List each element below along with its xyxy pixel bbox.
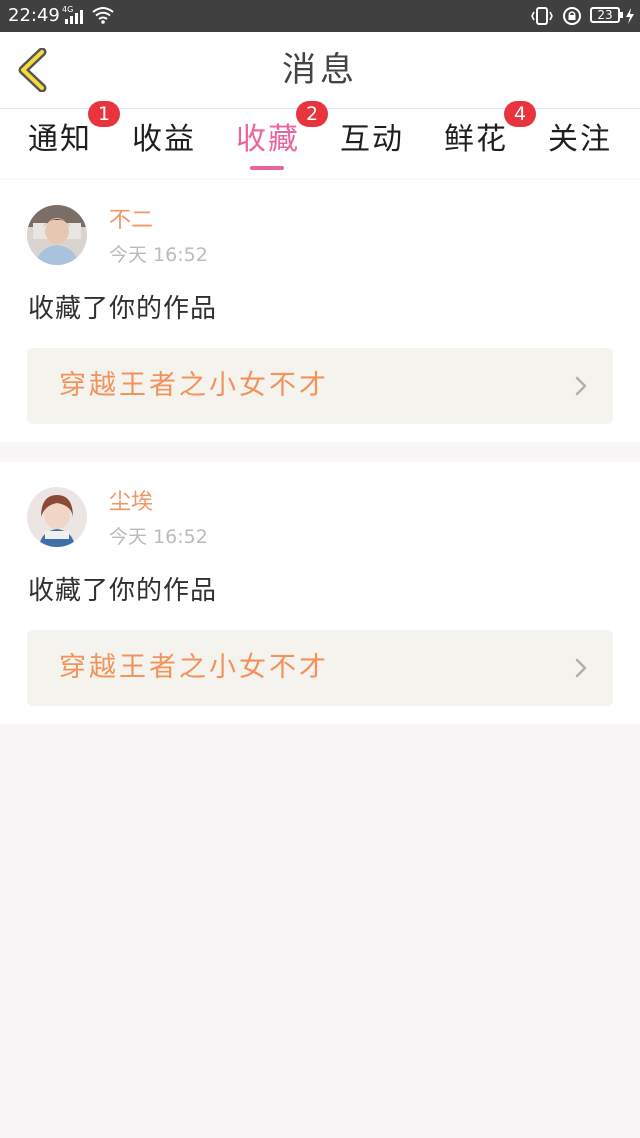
tab-notifications[interactable]: 通知 1 — [8, 101, 120, 179]
avatar[interactable] — [27, 205, 87, 265]
avatar[interactable] — [27, 487, 87, 547]
signal-icon — [65, 10, 87, 24]
status-bar: 22:49 4G 23 — [0, 0, 640, 32]
back-button[interactable] — [14, 47, 54, 93]
battery-level: 23 — [597, 8, 613, 22]
username[interactable]: 尘埃 — [109, 490, 153, 516]
status-time: 22:49 — [8, 5, 60, 26]
work-link[interactable]: 穿越王者之小女不才 — [27, 630, 613, 706]
back-arrow-icon — [18, 47, 47, 93]
tab-earnings[interactable]: 收益 — [112, 109, 216, 179]
username[interactable]: 不二 — [109, 208, 153, 234]
work-title: 穿越王者之小女不才 — [59, 370, 329, 401]
vibrate-icon — [531, 7, 553, 25]
battery-icon: 23 — [590, 7, 620, 23]
page-title: 消息 — [282, 50, 358, 90]
tab-following[interactable]: 关注 — [528, 109, 632, 179]
tab-favorites[interactable]: 收藏 2 — [216, 101, 328, 179]
tab-label: 关注 — [548, 122, 612, 157]
message-text: 收藏了你的作品 — [28, 294, 218, 324]
message-text: 收藏了你的作品 — [28, 576, 218, 606]
chevron-right-icon — [575, 376, 587, 396]
tab-interactions[interactable]: 互动 — [320, 109, 424, 179]
category-tabs: 通知 1 收益 收藏 2 互动 鲜花 4 关注 — [0, 101, 640, 179]
tab-flowers[interactable]: 鲜花 4 — [424, 101, 536, 179]
battery-cap — [620, 12, 623, 18]
timestamp: 今天 16:52 — [109, 244, 208, 266]
rotation-lock-icon — [563, 7, 581, 25]
work-title: 穿越王者之小女不才 — [59, 652, 329, 683]
wifi-icon — [92, 7, 114, 24]
active-tab-indicator — [250, 166, 284, 170]
message-card: 不二 今天 16:52 收藏了你的作品 穿越王者之小女不才 — [0, 180, 640, 442]
timestamp: 今天 16:52 — [109, 526, 208, 548]
tab-label: 互动 — [340, 122, 404, 157]
charging-icon — [626, 8, 634, 24]
chevron-right-icon — [575, 658, 587, 678]
work-link[interactable]: 穿越王者之小女不才 — [27, 348, 613, 424]
user-avatar-image — [27, 205, 87, 265]
app-header: 消息 — [0, 32, 640, 109]
message-card: 尘埃 今天 16:52 收藏了你的作品 穿越王者之小女不才 — [0, 462, 640, 724]
tab-label: 收益 — [132, 122, 196, 157]
user-avatar-image — [27, 487, 87, 547]
